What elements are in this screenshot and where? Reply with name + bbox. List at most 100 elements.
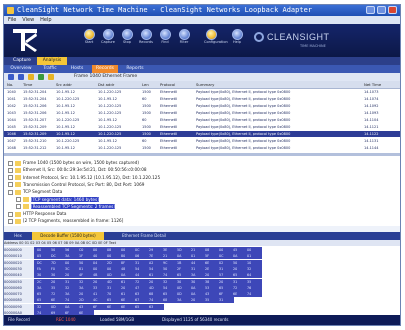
hex-byte: 6E [121, 298, 126, 303]
folder-icon[interactable] [48, 74, 54, 80]
table-row[interactable]: 1045 15:52:31.209 10.1.95.12 10.1.220.125 15… [4, 124, 400, 130]
filter-button[interactable]: Filter [177, 29, 191, 45]
col-len[interactable]: Len [142, 81, 156, 88]
table-row[interactable]: 1044 15:52:31.207 10.1.220.125 10.1.95.12 60… [4, 117, 400, 123]
hex-byte: 00 [107, 266, 112, 271]
table-row[interactable]: 1040 15:52:31.204 10.1.95.12 10.1.220.125 15… [4, 89, 400, 95]
table-cell: 1500 [142, 132, 151, 136]
hex-address: 00000000 [4, 247, 34, 253]
hex-row[interactable]: 32 0D 0A 43 6F 6E 6E 65 63 [34, 303, 164, 310]
table-row[interactable]: 1048 15:52:31.212 10.1.95.12 10.1.220.125 15… [4, 145, 400, 151]
go-icon[interactable] [38, 74, 44, 80]
tab-traffic[interactable]: Traffic [38, 65, 62, 73]
start-button[interactable]: Start [82, 29, 96, 45]
hex-byte: 31 [191, 266, 196, 271]
expand-icon[interactable] [8, 189, 13, 195]
tab-analysis[interactable]: Analysis [37, 57, 67, 65]
tab-records[interactable]: Records [92, 65, 118, 73]
hex-byte: 5D [177, 248, 182, 252]
table-row[interactable]: 1047 15:52:31.210 10.1.220.125 10.1.95.12 60… [4, 138, 400, 144]
col-summary[interactable]: Summary [196, 81, 356, 88]
hex-byte: 65 [177, 273, 182, 278]
hex-row[interactable]: 30 30 20 4F 4B 0D 0A 44 61 74 65 3A 20 57 65 64 [34, 272, 262, 279]
tree-item[interactable]: Ethernet II, Src: 00:0c:29:3e:5d:21, Dst… [8, 166, 147, 173]
hex-row[interactable]: 65 6E 74 2D 4C 65 6E 67 74 68 3A 20 35 31 [34, 297, 234, 304]
records-button[interactable]: Records [139, 29, 153, 45]
hex-byte: 74 [163, 273, 168, 278]
hex-row[interactable]: 00 50 56 C0 00 08 00 0C 29 3E 5D 21 08 00 45 00 [34, 247, 262, 253]
configuration-button[interactable]: Configuration [204, 29, 228, 45]
hex-byte: 0C [219, 254, 224, 259]
tab-capture[interactable]: Capture [8, 57, 36, 65]
tree-item[interactable]: [Reassembled TCP Segments: 2 frames] [16, 203, 115, 210]
table-row[interactable]: 1042 15:52:31.206 10.1.95.12 10.1.220.125 15… [4, 103, 400, 109]
expand-icon[interactable] [8, 182, 13, 188]
hex-byte: 65 [107, 298, 112, 303]
hex-byte: 61 [149, 273, 154, 278]
capture-button[interactable]: Capture [101, 29, 115, 45]
expand-icon[interactable] [8, 160, 13, 166]
expand-icon[interactable] [8, 218, 13, 224]
expand-icon[interactable] [16, 197, 21, 202]
table-cell: 10.1.95.12 [56, 90, 75, 94]
menu-file[interactable]: File [8, 16, 16, 24]
hex-row[interactable]: DC 7D 00 50 04 2D 8F 31 A2 9C 1B 44 6E 02 50 10 [34, 259, 262, 266]
hex-byte: 47 [135, 285, 140, 290]
maximize-button[interactable] [377, 6, 386, 14]
table-row[interactable]: 1043 15:52:31.206 10.1.95.12 10.1.220.125 15… [4, 110, 400, 116]
table-cell: 1042 [7, 104, 16, 108]
col-protocol[interactable]: Protocol [160, 81, 192, 88]
bookmark-icon[interactable] [28, 74, 34, 80]
tab-decode-buffer[interactable]: Decode Buffer (1500 bytes) [32, 232, 104, 240]
back-icon[interactable] [8, 74, 14, 80]
tree-item[interactable]: Internet Protocol, Src: 10.1.95.12 (10.1… [8, 174, 160, 181]
menu-help[interactable]: Help [40, 16, 51, 24]
hex-byte: 0D [177, 285, 182, 290]
tree-item[interactable]: Transmission Control Protocol, Src Port:… [8, 181, 144, 188]
tree-item[interactable]: [2 TCP Fragments, reassembled in frame: … [8, 217, 123, 224]
tab-hosts[interactable]: Hosts [66, 65, 88, 73]
table-cell: 10.1.220.125 [56, 139, 80, 143]
help-button[interactable]: Help [230, 29, 244, 45]
expand-icon[interactable] [8, 175, 13, 181]
hex-byte: 4B [93, 273, 98, 278]
tree-item[interactable]: TCP Segment Data [8, 188, 62, 195]
stop-button[interactable]: Stop [120, 29, 134, 45]
expand-icon[interactable] [8, 167, 13, 173]
hex-byte: 1F [79, 254, 83, 259]
tab-overview[interactable]: Overview [8, 65, 34, 73]
hex-byte: 6E [233, 292, 238, 297]
tree-item[interactable]: HTTP Response Data [8, 210, 67, 217]
col-dst-addr[interactable]: Dst addr [98, 81, 138, 88]
table-row[interactable]: 1046 15:52:31.209 10.1.95.12 10.1.220.125 15… [4, 131, 400, 137]
hex-row[interactable]: 05 DC 3A 1F 40 00 80 06 7E 21 0A 01 5F 0C 0A 01 [34, 253, 262, 260]
minimize-button[interactable] [366, 6, 375, 14]
table-row[interactable]: 1041 15:52:31.204 10.1.220.125 10.1.95.12 60… [4, 96, 400, 102]
hex-row[interactable]: 3A 35 32 3A 33 31 20 47 4D 54 0D 0A 53 65 72 76 [34, 284, 262, 291]
hex-row[interactable]: 65 72 3A 20 41 70 61 63 68 65 0D 0A 43 6F 6E 74 [34, 291, 262, 298]
tree-item[interactable]: [TCP segment data: 1460 bytes] [16, 196, 99, 203]
col-net-time[interactable]: Net Time [364, 81, 398, 88]
forward-icon[interactable] [18, 74, 24, 80]
hex-byte: 65 [233, 273, 238, 278]
tab-ethernet-detail[interactable]: Ethernet Frame Detail [108, 232, 180, 240]
expand-icon[interactable] [16, 204, 21, 210]
tab-reports[interactable]: Reports [122, 65, 148, 73]
hex-byte: 20 [65, 273, 70, 278]
col-src-addr[interactable]: Src addr [56, 81, 94, 88]
menu-view[interactable]: View [22, 16, 34, 24]
col-no[interactable]: No. [7, 81, 21, 88]
grid-header: No. Time Src addr Dst addr Len Protocol … [4, 81, 400, 89]
hex-byte: 65 [219, 285, 224, 290]
hex-byte: 3E [163, 248, 168, 252]
hex-byte: 6E [121, 304, 126, 309]
hex-row[interactable]: 2C 20 31 32 20 4D 61 72 20 32 30 30 38 20 31 35 [34, 278, 262, 285]
tree-item-label: Internet Protocol, Src: 10.1.95.12 (10.1… [23, 174, 161, 180]
close-button[interactable] [388, 6, 397, 14]
col-time[interactable]: Time [23, 81, 53, 88]
find-button[interactable]: Find [158, 29, 172, 45]
hex-row[interactable]: FA F0 3C 81 00 00 48 54 54 50 2F 31 2E 31 20 32 [34, 265, 262, 272]
tree-item[interactable]: Frame 1040 (1500 bytes on wire, 1500 byt… [8, 159, 139, 166]
expand-icon[interactable] [8, 211, 13, 217]
tab-hex[interactable]: Hex [8, 232, 28, 240]
